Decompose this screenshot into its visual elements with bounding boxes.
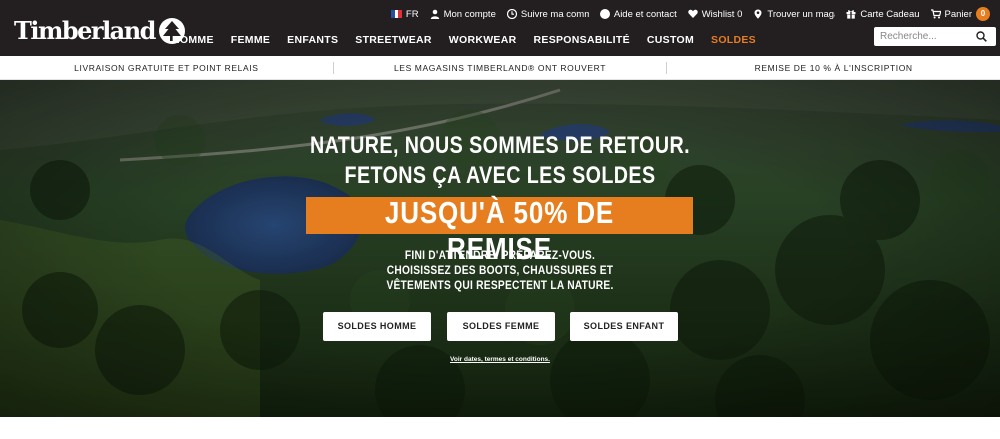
gift-icon [846, 10, 856, 19]
help-label: Aide et contact [613, 8, 677, 20]
promo-bar: LIVRAISON GRATUITE ET POINT RELAIS LES M… [0, 56, 1000, 80]
account-label: Mon compte [443, 8, 496, 20]
location-pin-icon [754, 9, 762, 19]
language-selector[interactable]: FR [390, 8, 419, 20]
logo-wordmark: Timberland [14, 16, 156, 45]
search-icon[interactable] [976, 31, 987, 42]
nav-homme[interactable]: HOMME [172, 34, 214, 46]
promo-stores-reopened[interactable]: LES MAGASINS TIMBERLAND® ONT ROUVERT [334, 63, 667, 73]
clock-icon [506, 9, 517, 19]
nav-workwear[interactable]: WORKWEAR [449, 34, 517, 46]
promo-signup-discount[interactable]: REMISE DE 10 % À L'INSCRIPTION [667, 63, 1000, 73]
timberland-logo[interactable]: Timberland [14, 17, 186, 45]
wishlist-label: Wishlist 0 [701, 8, 743, 20]
cart-label: Panier [944, 8, 972, 20]
nav-custom[interactable]: CUSTOM [647, 34, 694, 46]
cart-icon [930, 9, 941, 19]
terms-link[interactable]: Voir dates, termes et conditions. [400, 356, 600, 363]
soldes-femme-button[interactable]: SOLDES FEMME [447, 312, 555, 341]
gift-card-link[interactable]: Carte Cadeau [846, 8, 920, 20]
search-input[interactable] [874, 28, 974, 45]
track-order-label: Suivre ma commande [520, 8, 589, 20]
search-box [874, 27, 996, 46]
soldes-enfant-button[interactable]: SOLDES ENFANT [570, 312, 678, 341]
hero-subtext-line1: FINI D'ATTENDRE. PRÉPAREZ-VOUS. [404, 248, 596, 262]
utility-bar: FR Mon compte Suivre ma commande Aide et… [380, 7, 1000, 21]
store-locator-link[interactable]: Trouver un magasin [753, 9, 835, 20]
nav-responsabilite[interactable]: RESPONSABILITÉ [534, 34, 630, 46]
store-locator-label: Trouver un magasin [767, 8, 835, 20]
hero-banner: NATURE, NOUS SOMMES DE RETOUR. FETONS ÇA… [0, 80, 1000, 417]
cart-count-badge: 0 [976, 7, 990, 21]
nav-streetwear[interactable]: STREETWEAR [355, 34, 432, 46]
nav-enfants[interactable]: ENFANTS [287, 34, 338, 46]
wishlist-link[interactable]: Wishlist 0 [688, 8, 743, 20]
track-order-link[interactable]: Suivre ma commande [506, 8, 589, 20]
user-icon [430, 9, 439, 19]
hero-headline-line2: FETONS ÇA AVEC LES SOLDES [344, 162, 656, 189]
main-nav: HOMME FEMME ENFANTS STREETWEAR WORKWEAR … [172, 34, 773, 46]
hero-subtext-line2: CHOISISSEZ DES BOOTS, CHAUSSURES ET [386, 263, 614, 277]
heart-icon [688, 9, 698, 18]
hero-headline-line1: NATURE, NOUS SOMMES DE RETOUR. [309, 132, 691, 159]
language-label: FR [405, 8, 419, 20]
nav-femme[interactable]: FEMME [231, 34, 270, 46]
cart-link[interactable]: Panier 0 [930, 7, 990, 21]
gift-card-label: Carte Cadeau [860, 8, 920, 20]
hero-subtext-line3: VÊTEMENTS QUI RESPECTENT LA NATURE. [386, 278, 614, 292]
site-header: Timberland FR Mon compte Suivre ma comm a… [0, 0, 1000, 56]
help-icon [599, 9, 610, 19]
account-link[interactable]: Mon compte [430, 9, 496, 20]
nav-soldes[interactable]: SOLDES [711, 34, 756, 46]
soldes-homme-button[interactable]: SOLDES HOMME [323, 312, 431, 341]
france-flag-icon [390, 10, 402, 18]
promo-free-delivery[interactable]: LIVRAISON GRATUITE ET POINT RELAIS [0, 63, 333, 73]
help-link[interactable]: Aide et contact [599, 8, 677, 20]
